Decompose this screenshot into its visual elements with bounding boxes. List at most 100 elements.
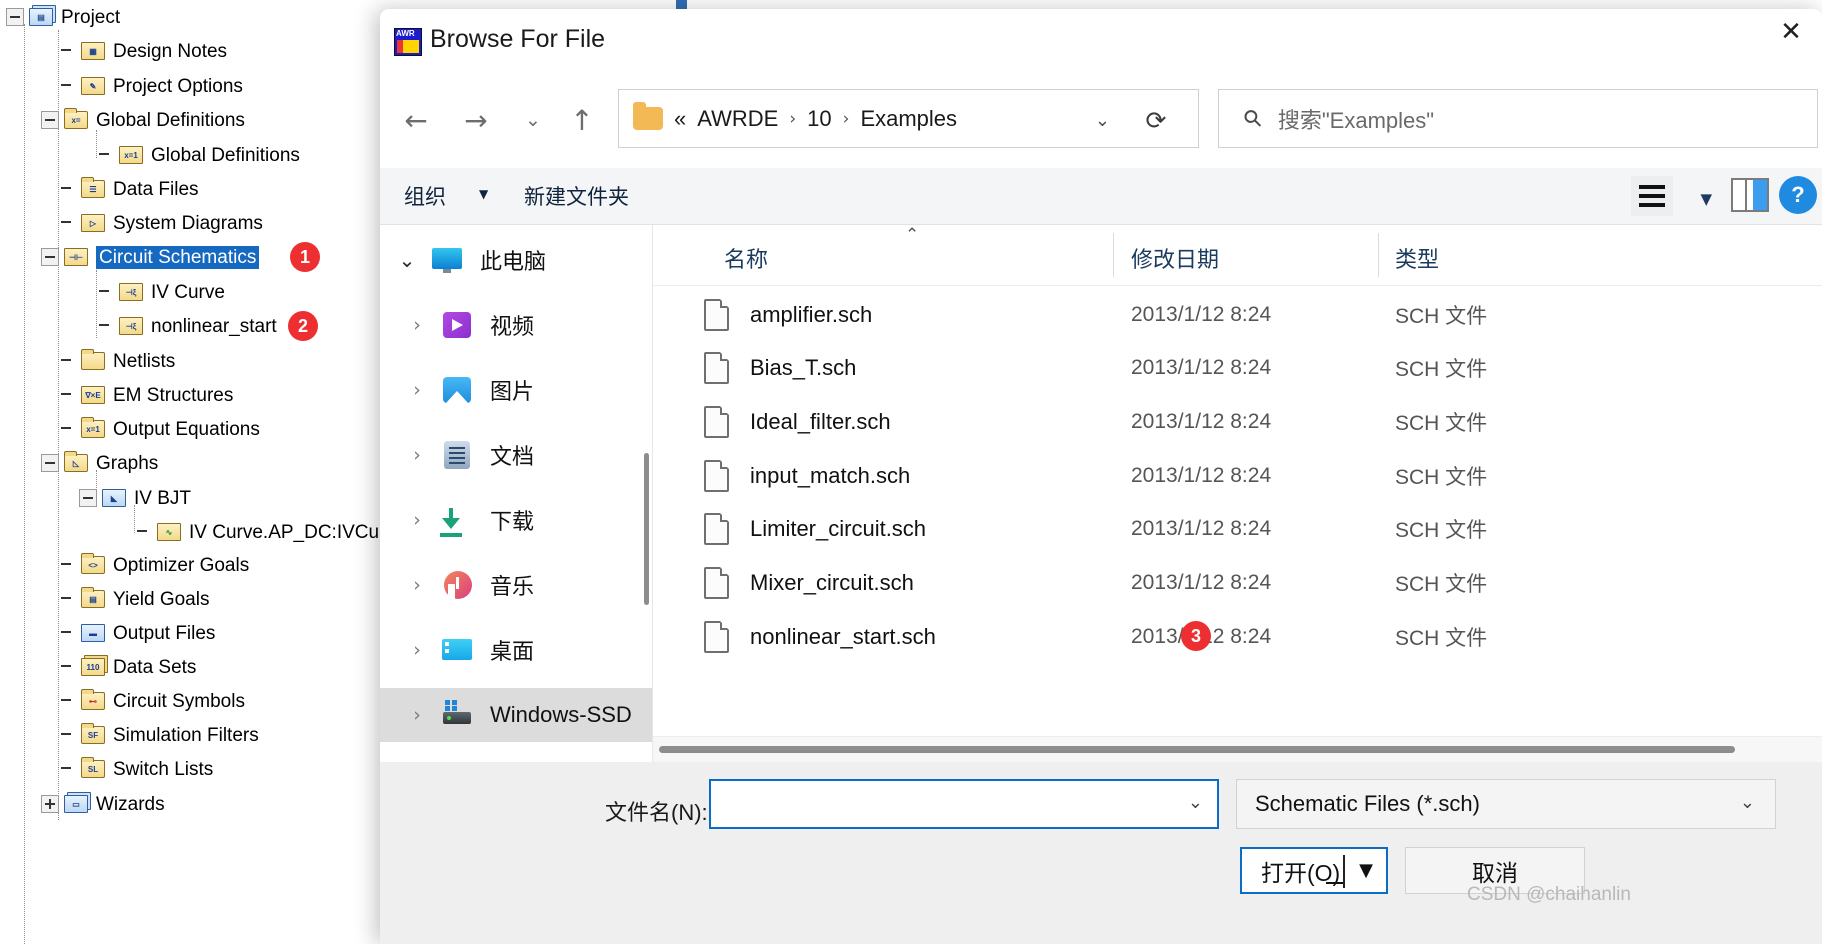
chevron-right-icon[interactable]: › (404, 509, 430, 531)
breadcrumb-awrde[interactable]: AWRDE (697, 106, 778, 132)
tree-item-iv-curve-measurement[interactable]: ∿ IV Curve.AP_DC:IVCu (134, 515, 379, 549)
nav-pane-scrollbar[interactable] (644, 453, 649, 605)
column-header-type[interactable]: 类型 (1395, 242, 1439, 274)
column-header-date[interactable]: 修改日期 (1131, 242, 1219, 274)
chevron-right-icon[interactable]: › (404, 639, 430, 661)
annotation-badge-3: 3 (1181, 621, 1211, 651)
nav-item-pictures[interactable]: › 图片 (380, 363, 652, 417)
search-input[interactable]: ⚲ 搜索"Examples" (1218, 89, 1818, 148)
chevron-right-icon[interactable]: › (404, 574, 430, 596)
tree-item-output-files[interactable]: ▬ Output Files (58, 616, 215, 650)
tree-item-global-definitions-folder[interactable]: x= Global Definitions (41, 103, 245, 137)
tree-item-project[interactable]: ▤ Project (6, 0, 120, 34)
table-row[interactable]: Mixer_circuit.sch 2013/1/12 8:24 SCH 文件 (653, 556, 1822, 609)
refresh-icon[interactable]: ⟳ (1136, 103, 1176, 137)
nav-item-downloads[interactable]: › 下载 (380, 493, 652, 547)
table-row[interactable]: amplifier.sch 2013/1/12 8:24 SCH 文件 (653, 288, 1822, 341)
table-row[interactable]: Limiter_circuit.sch 2013/1/12 8:24 SCH 文… (653, 502, 1822, 555)
column-divider[interactable] (1113, 233, 1114, 277)
column-divider[interactable] (1378, 233, 1379, 277)
navigation-pane[interactable]: ⌄ 此电脑 › 视频 › 图片 › 文档 › 下载 › 音乐 › 桌面 › Wi… (380, 225, 653, 762)
tree-item-iv-curve[interactable]: ⊣ξ IV Curve (96, 275, 225, 309)
tree-item-iv-bjt[interactable]: ◣ IV BJT (79, 481, 191, 515)
tree-item-netlists[interactable]: Netlists (58, 344, 175, 378)
chevron-down-icon[interactable]: ⌄ (1095, 110, 1110, 131)
organize-button[interactable]: 组织 (404, 181, 446, 211)
chevron-right-icon[interactable]: › (404, 444, 430, 466)
table-row[interactable]: input_match.sch 2013/1/12 8:24 SCH 文件 (653, 449, 1822, 502)
expand-collapse-toggle[interactable] (79, 489, 97, 507)
nav-item-documents[interactable]: › 文档 (380, 428, 652, 482)
view-list-icon[interactable] (1631, 176, 1673, 216)
sort-ascending-icon[interactable]: ⌃ (905, 225, 919, 245)
table-row[interactable]: Ideal_filter.sch 2013/1/12 8:24 SCH 文件 (653, 395, 1822, 448)
nav-item-this-pc[interactable]: ⌄ 此电脑 (380, 233, 652, 287)
open-button[interactable]: 打开(O) ▼ (1240, 847, 1388, 894)
awr-app-icon: AWR (394, 28, 422, 56)
tree-item-graphs[interactable]: ◺ Graphs (41, 446, 158, 480)
expand-collapse-toggle[interactable] (41, 111, 59, 129)
recent-locations-icon[interactable]: ⌄ (509, 96, 557, 144)
chevron-down-icon[interactable]: ⌄ (394, 248, 420, 272)
tree-item-project-options[interactable]: ✎ Project Options (58, 69, 243, 103)
tree-item-nonlinear-start[interactable]: ⊣ξ nonlinear_start (96, 309, 277, 343)
wizards-icon: ▭ (63, 793, 89, 815)
address-bar[interactable]: « AWRDE › 10 › Examples ⌄ ⟳ (618, 89, 1199, 148)
preview-pane-icon[interactable] (1731, 178, 1769, 212)
column-header-name[interactable]: 名称 (724, 242, 768, 274)
caret-down-icon[interactable]: ▼ (1359, 860, 1373, 881)
expand-collapse-toggle[interactable] (6, 8, 24, 26)
tree-item-output-equations[interactable]: x=1 Output Equations (58, 412, 260, 446)
nav-item-music[interactable]: › 音乐 (380, 558, 652, 612)
tree-item-design-notes[interactable]: ▦ Design Notes (58, 34, 227, 68)
tree-item-circuit-symbols[interactable]: ⊷ Circuit Symbols (58, 684, 245, 718)
close-icon[interactable]: ✕ (1760, 9, 1822, 55)
horizontal-scrollbar[interactable] (653, 736, 1822, 762)
browse-for-file-dialog: AWR Browse For File ✕ ← → ⌄ ↑ « AWRDE › … (380, 9, 1822, 944)
tree-item-data-files[interactable]: ☰ Data Files (58, 172, 199, 206)
tree-item-em-structures[interactable]: ∇×E EM Structures (58, 378, 233, 412)
back-icon[interactable]: ← (392, 96, 440, 144)
chevron-down-icon[interactable]: ▼ (1700, 190, 1712, 208)
breadcrumb-separator: › (789, 108, 797, 129)
tree-item-optimizer-goals[interactable]: <> Optimizer Goals (58, 548, 249, 582)
yield-goals-icon: ▤ (80, 587, 106, 610)
breadcrumb-prefix[interactable]: « (674, 106, 686, 132)
tree-item-data-sets[interactable]: 110 Data Sets (58, 650, 196, 684)
tree-item-global-definitions[interactable]: x=1 Global Definitions (96, 138, 300, 172)
nav-item-windows-ssd[interactable]: › Windows-SSD (380, 688, 652, 742)
tree-item-simulation-filters[interactable]: SF Simulation Filters (58, 718, 259, 752)
nav-item-desktop[interactable]: › 桌面 (380, 623, 652, 677)
system-diagrams-icon: ▷ (80, 212, 106, 234)
filename-input[interactable]: ⌄ (709, 779, 1219, 829)
tree-item-circuit-schematics[interactable]: ⊣⊢ Circuit Schematics (41, 240, 260, 274)
expand-collapse-toggle[interactable] (41, 454, 59, 472)
chevron-down-icon[interactable]: ⌄ (1188, 792, 1203, 813)
file-type-select[interactable]: Schematic Files (*.sch) ⌄ (1236, 779, 1776, 829)
new-folder-button[interactable]: 新建文件夹 (524, 181, 629, 211)
breadcrumb-examples[interactable]: Examples (860, 106, 957, 132)
scrollbar-thumb[interactable] (659, 746, 1735, 753)
file-list[interactable]: ⌃ 名称 修改日期 类型 amplifier.sch 2013/1/12 8:2… (653, 225, 1822, 762)
tree-item-wizards[interactable]: ▭ Wizards (41, 787, 165, 821)
forward-icon[interactable]: → (452, 96, 500, 144)
chevron-right-icon[interactable]: › (404, 379, 430, 401)
file-type: SCH 文件 (1395, 572, 1488, 596)
expand-collapse-toggle[interactable] (41, 795, 59, 813)
file-type: SCH 文件 (1395, 304, 1488, 328)
table-row[interactable]: Bias_T.sch 2013/1/12 8:24 SCH 文件 (653, 341, 1822, 394)
expand-collapse-toggle[interactable] (41, 248, 59, 266)
chevron-right-icon[interactable]: › (404, 704, 430, 726)
up-one-level-icon[interactable]: ↑ (558, 96, 606, 144)
tree-item-yield-goals[interactable]: ▤ Yield Goals (58, 582, 209, 616)
chevron-right-icon[interactable]: › (404, 314, 430, 336)
tree-item-switch-lists[interactable]: SL Switch Lists (58, 752, 213, 786)
nav-item-videos[interactable]: › 视频 (380, 298, 652, 352)
chevron-down-icon[interactable]: ▼ (479, 187, 488, 201)
chevron-down-icon[interactable]: ⌄ (1740, 792, 1755, 813)
tree-item-system-diagrams[interactable]: ▷ System Diagrams (58, 206, 263, 240)
table-row[interactable]: nonlinear_start.sch 2013/1/12 8:24 SCH 文… (653, 610, 1822, 663)
help-icon[interactable]: ? (1779, 176, 1817, 214)
breadcrumb-10[interactable]: 10 (807, 106, 831, 132)
tree-spacer (96, 283, 114, 301)
